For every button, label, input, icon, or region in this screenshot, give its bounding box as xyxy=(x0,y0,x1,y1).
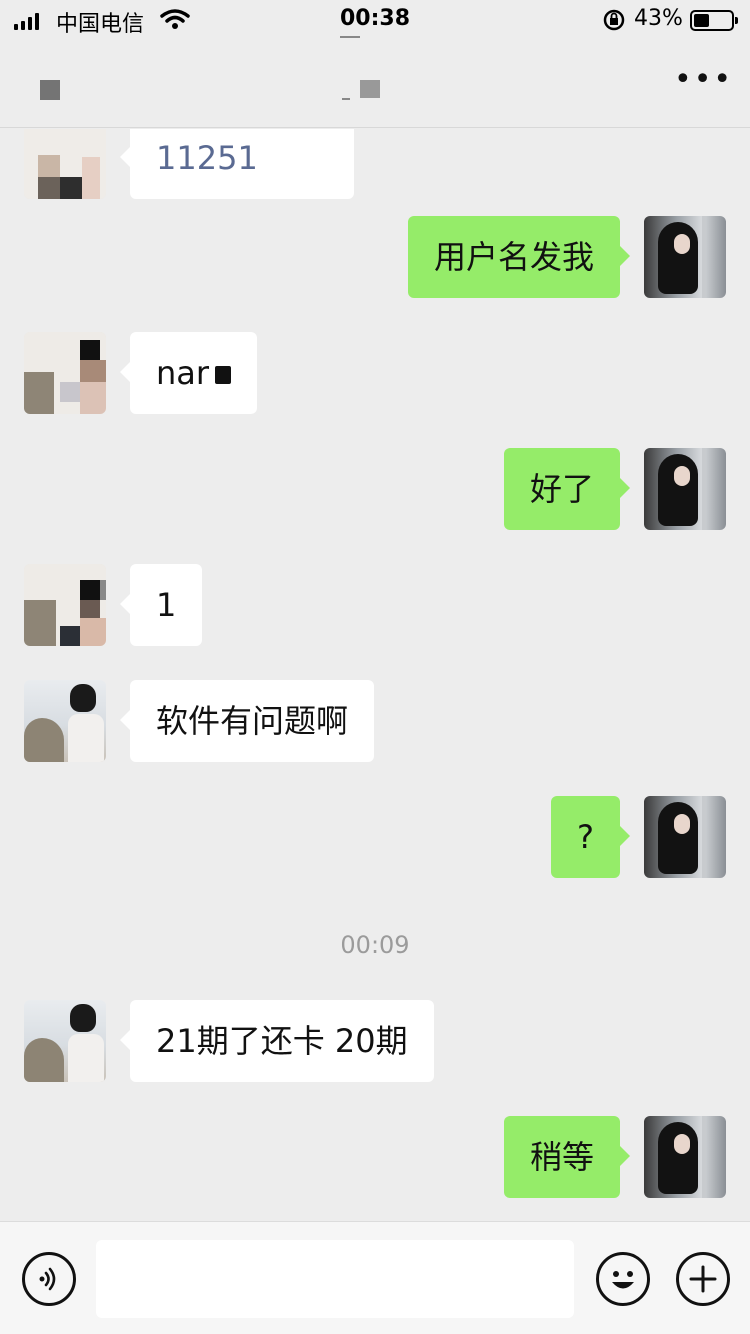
message-bubble[interactable]: 11251 xyxy=(120,129,354,199)
avatar[interactable] xyxy=(24,680,106,762)
message-bubble[interactable]: 稍等 xyxy=(503,1116,631,1198)
message-text: 稍等 xyxy=(529,1138,594,1176)
message-text: 1 xyxy=(156,586,177,624)
chat-title-redacted xyxy=(360,80,380,98)
avatar[interactable] xyxy=(24,1000,106,1082)
input-bar xyxy=(0,1221,750,1334)
emoji-icon[interactable] xyxy=(596,1252,650,1306)
message-bubble[interactable]: ? xyxy=(551,796,630,878)
message-input[interactable] xyxy=(96,1240,574,1318)
message-text: 21期了还卡 20期 xyxy=(156,1022,408,1060)
message-text: nar xyxy=(156,354,210,392)
chat-area[interactable]: 11251 用户名发我 nar 好了 1 软件有问题啊 ? 00:09 21期了… xyxy=(0,129,750,1221)
message-bubble[interactable]: 1 xyxy=(119,564,203,646)
avatar[interactable] xyxy=(644,448,726,530)
status-bar: 中国电信 00:38 43% xyxy=(0,0,750,40)
message-bubble[interactable]: 好了 xyxy=(503,448,631,530)
more-icon[interactable]: ••• xyxy=(674,65,733,95)
battery-percent: 43% xyxy=(634,6,683,31)
message-bubble[interactable]: 21期了还卡 20期 xyxy=(120,1000,434,1082)
clock-underline xyxy=(340,36,360,38)
redaction xyxy=(215,366,232,384)
message-text: 11251 xyxy=(156,139,258,177)
message-timestamp: 00:09 xyxy=(340,931,410,959)
message-text: 软件有问题啊 xyxy=(156,702,349,740)
rotation-lock-icon xyxy=(602,8,626,38)
message-text: 用户名发我 xyxy=(433,238,594,276)
avatar[interactable] xyxy=(644,796,726,878)
avatar[interactable] xyxy=(24,129,106,199)
message-bubble[interactable]: 软件有问题啊 xyxy=(119,680,375,762)
avatar[interactable] xyxy=(24,332,106,414)
redaction xyxy=(257,142,328,178)
avatar[interactable] xyxy=(644,1116,726,1198)
avatar[interactable] xyxy=(24,564,106,646)
message-bubble[interactable]: nar xyxy=(119,332,258,414)
message-text: ? xyxy=(577,818,594,856)
voice-icon[interactable] xyxy=(22,1252,76,1306)
plus-icon[interactable] xyxy=(676,1252,730,1306)
message-text: 好了 xyxy=(529,470,594,508)
message-bubble[interactable]: 用户名发我 xyxy=(407,216,631,298)
nav-bar: ••• xyxy=(0,40,750,128)
back-button[interactable] xyxy=(40,80,60,100)
title-redaction-mark xyxy=(342,98,350,100)
battery-icon xyxy=(690,10,738,31)
avatar[interactable] xyxy=(644,216,726,298)
